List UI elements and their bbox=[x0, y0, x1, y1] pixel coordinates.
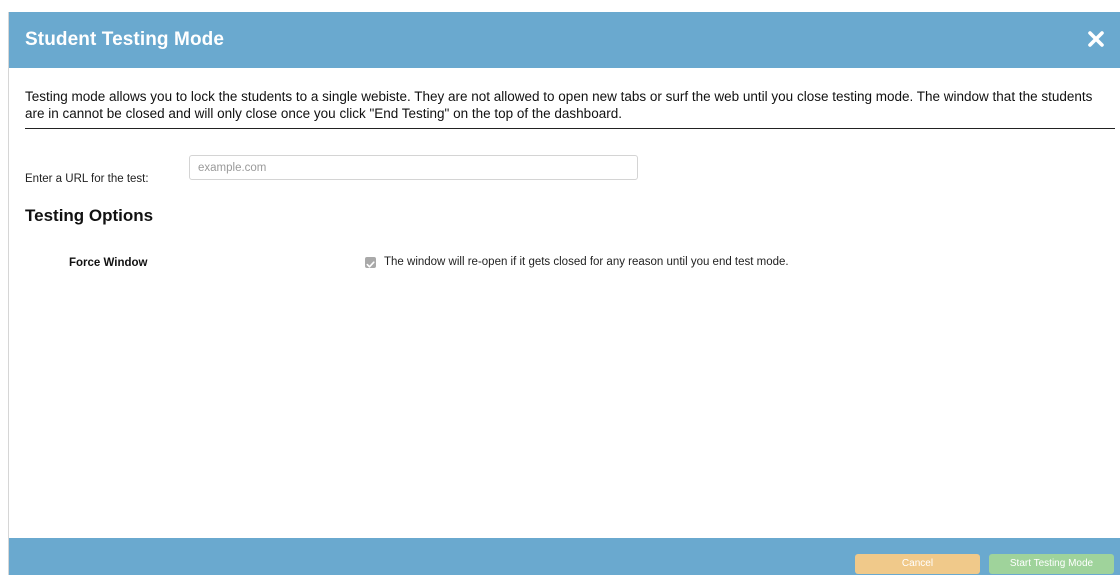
force-window-checkbox[interactable] bbox=[365, 257, 376, 268]
option-description: The window will re-open if it gets close… bbox=[384, 256, 789, 268]
cancel-button[interactable]: Cancel bbox=[855, 554, 980, 574]
divider bbox=[25, 128, 1115, 129]
start-testing-mode-button[interactable]: Start Testing Mode bbox=[989, 554, 1114, 574]
url-input[interactable] bbox=[189, 155, 638, 180]
option-label: Force Window bbox=[69, 257, 148, 269]
modal-footer: Cancel Start Testing Mode bbox=[9, 538, 1120, 575]
url-label: Enter a URL for the test: bbox=[25, 173, 149, 185]
testing-options-title: Testing Options bbox=[25, 206, 154, 225]
intro-text: Testing mode allows you to lock the stud… bbox=[25, 89, 1093, 121]
modal-header: Student Testing Mode bbox=[9, 12, 1120, 68]
testing-mode-modal: Student Testing Mode Testing mode allows… bbox=[8, 12, 1120, 575]
checkmark-icon bbox=[366, 261, 375, 268]
modal-title: Student Testing Mode bbox=[25, 29, 225, 50]
close-icon[interactable] bbox=[1085, 28, 1107, 50]
